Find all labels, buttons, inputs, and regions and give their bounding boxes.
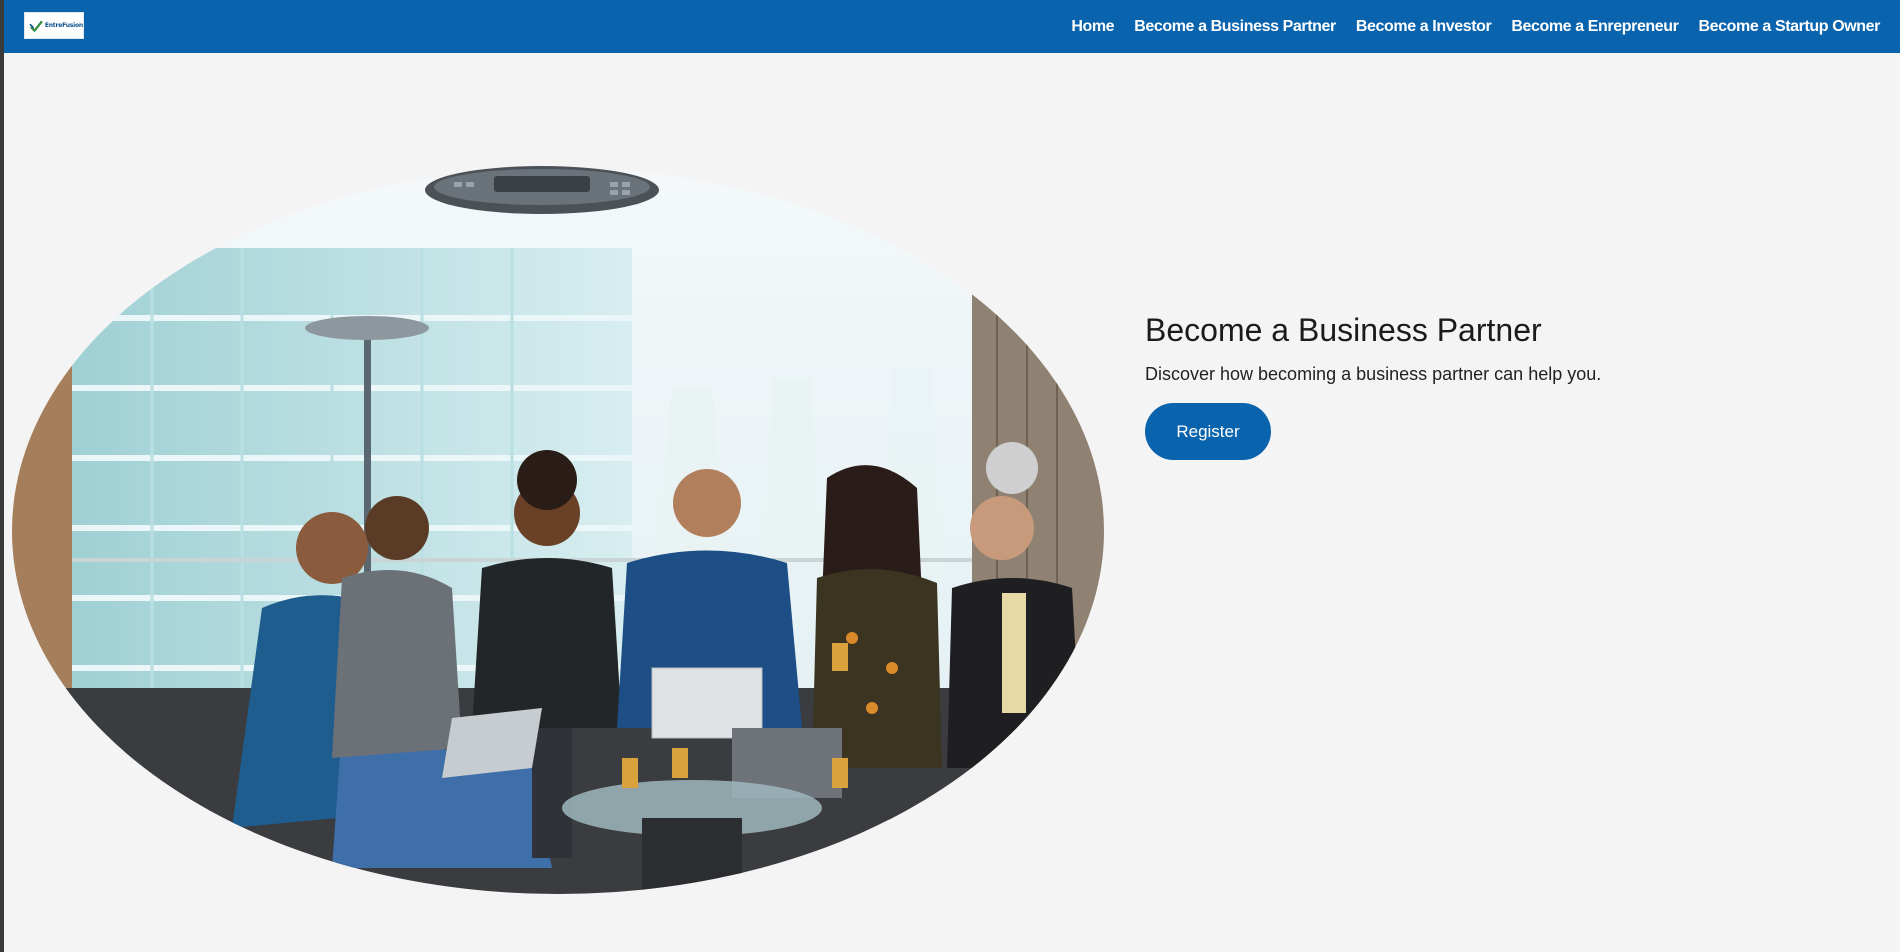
hero-title: Become a Business Partner	[1145, 312, 1542, 348]
register-button[interactable]: Register	[1145, 403, 1271, 460]
hero-content: Become a Business Partner Discover how b…	[1145, 310, 1601, 460]
top-navbar: EntreFusion Home Become a Business Partn…	[4, 0, 1900, 53]
nav-startup-owner[interactable]: Become a Startup Owner	[1699, 18, 1881, 36]
hero-subtitle: Discover how becoming a business partner…	[1145, 364, 1602, 384]
conference-speaker-image	[425, 166, 659, 214]
checkmark-logo-icon	[29, 20, 43, 32]
brand-logo[interactable]: EntreFusion	[24, 12, 84, 39]
main-nav: Home Become a Business Partner Become a …	[1071, 0, 1880, 53]
nav-business-partner[interactable]: Become a Business Partner	[1134, 18, 1336, 36]
nav-investor[interactable]: Become a Investor	[1356, 18, 1492, 36]
nav-entrepreneur[interactable]: Become a Enrepreneur	[1511, 18, 1679, 36]
nav-home[interactable]: Home	[1071, 18, 1114, 36]
page: EntreFusion Home Become a Business Partn…	[4, 0, 1900, 952]
hero-photo	[12, 168, 1104, 894]
brand-name: EntreFusion	[44, 22, 83, 29]
